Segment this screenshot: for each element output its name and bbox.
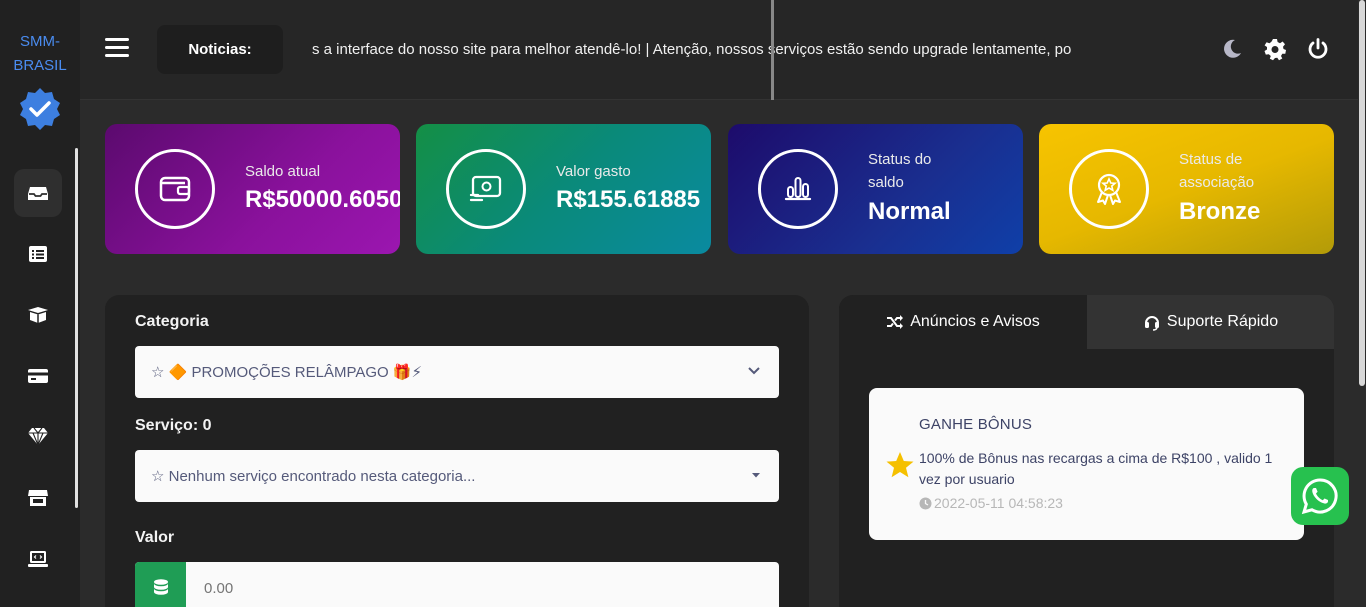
- shuffle-icon: [887, 315, 904, 329]
- sidebar-item-api[interactable]: [14, 535, 62, 583]
- gear-icon[interactable]: [1263, 37, 1287, 61]
- news-label: Noticias:: [157, 25, 283, 74]
- bar-chart-icon: [784, 177, 812, 201]
- spent-value: R$155.61885: [556, 186, 701, 213]
- notice-card: GANHE BÔNUS 100% de Bônus nas recargas a…: [869, 388, 1304, 540]
- database-icon: [135, 562, 186, 607]
- laptop-code-icon: [28, 551, 48, 567]
- sidebar: SMM- BRASIL: [0, 0, 80, 607]
- headset-icon: [1144, 316, 1159, 331]
- balance-value: R$50000.6050: [245, 186, 400, 213]
- amount-label: Valor: [135, 529, 175, 546]
- power-icon[interactable]: [1306, 37, 1330, 61]
- box-open-icon: [28, 307, 48, 323]
- clock-icon: [919, 497, 932, 509]
- tab-announcements[interactable]: Anúncios e Avisos: [839, 295, 1087, 349]
- brand-line-2: BRASIL: [13, 57, 67, 74]
- service-label: Serviço: 0: [135, 417, 212, 434]
- spent-card: Valor gasto R$155.61885: [416, 124, 711, 254]
- announcements-panel: Anúncios e Avisos Suporte Rápido GANHE B…: [839, 295, 1334, 607]
- menu-toggle-icon[interactable]: [105, 38, 129, 60]
- top-bar: Noticias: s a interface do nosso site pa…: [80, 0, 1366, 100]
- spent-label: Valor gasto: [556, 163, 631, 180]
- diamond-icon: [28, 427, 48, 447]
- sidebar-scrollbar[interactable]: [75, 148, 78, 508]
- membership-card: Status de associação Bronze: [1039, 124, 1334, 254]
- category-label: Categoria: [135, 313, 209, 330]
- membership-label: Status de associação: [1179, 148, 1254, 194]
- service-select[interactable]: ☆ Nenhum serviço encontrado nesta catego…: [135, 450, 779, 502]
- sidebar-item-list[interactable]: [14, 230, 62, 278]
- divider: [771, 0, 774, 100]
- balance-status-card: Status do saldo Normal: [728, 124, 1023, 254]
- tab-quick-support[interactable]: Suporte Rápido: [1087, 295, 1334, 349]
- balance-status-label: Status do saldo: [868, 148, 931, 194]
- balance-card: Saldo atual R$50000.6050: [105, 124, 400, 254]
- sidebar-item-payments[interactable]: [14, 352, 62, 400]
- membership-label-line-1: Status de: [1179, 151, 1243, 168]
- chevron-down-icon: [748, 367, 760, 375]
- wallet-icon-ring: [135, 149, 215, 229]
- news-ticker: s a interface do nosso site para melhor …: [312, 41, 1072, 58]
- sidebar-item-vip[interactable]: [14, 412, 62, 460]
- notice-date-text: 2022-05-11 04:58:23: [934, 495, 1063, 511]
- balance-label: Saldo atual: [245, 163, 321, 180]
- whatsapp-icon: [1301, 478, 1338, 515]
- sidebar-item-store[interactable]: [14, 474, 62, 522]
- amount-field: [135, 562, 779, 607]
- list-icon: [29, 246, 47, 262]
- credit-card-icon: [28, 369, 48, 383]
- money-bill-icon: [469, 175, 502, 202]
- notice-body: 100% de Bônus nas recargas a cima de R$1…: [919, 450, 1273, 487]
- wallet-icon: [159, 176, 191, 202]
- store-icon: [28, 490, 48, 506]
- award-icon-ring: [1069, 149, 1149, 229]
- brand-line-1: SMM-: [20, 33, 60, 50]
- brand-name[interactable]: SMM- BRASIL: [0, 30, 80, 78]
- tab-announcements-label: Anúncios e Avisos: [910, 313, 1040, 330]
- star-icon: [886, 452, 914, 478]
- verified-badge-icon: [20, 88, 60, 130]
- page-scrollbar[interactable]: [1358, 0, 1366, 607]
- membership-value: Bronze: [1179, 198, 1261, 225]
- page-scrollbar-thumb[interactable]: [1359, 0, 1365, 386]
- balance-status-label-line-1: Status do: [868, 151, 932, 168]
- balance-status-value: Normal: [868, 198, 951, 225]
- service-selected-value: ☆ Nenhum serviço encontrado nesta catego…: [151, 468, 476, 485]
- sidebar-item-box[interactable]: [14, 290, 62, 338]
- chart-icon-ring: [758, 149, 838, 229]
- whatsapp-button[interactable]: [1291, 467, 1349, 525]
- inbox-icon: [28, 187, 48, 200]
- amount-input[interactable]: [186, 562, 779, 607]
- membership-label-line-2: associação: [1179, 174, 1255, 191]
- notice-title: GANHE BÔNUS: [919, 416, 1033, 433]
- caret-down-icon: [752, 473, 760, 478]
- category-selected-value: ☆ 🔶 PROMOÇÕES RELÂMPAGO 🎁⚡: [151, 364, 423, 381]
- new-order-panel: Categoria ☆ 🔶 PROMOÇÕES RELÂMPAGO 🎁⚡ Ser…: [105, 295, 809, 607]
- money-icon-ring: [446, 149, 526, 229]
- sidebar-item-inbox[interactable]: [14, 169, 62, 217]
- balance-status-label-line-2: saldo: [868, 174, 904, 191]
- moon-icon[interactable]: [1220, 37, 1244, 61]
- category-select[interactable]: ☆ 🔶 PROMOÇÕES RELÂMPAGO 🎁⚡: [135, 346, 779, 398]
- award-icon: [1097, 173, 1121, 205]
- notice-date: 2022-05-11 04:58:23: [919, 495, 1063, 511]
- tab-quick-support-label: Suporte Rápido: [1166, 313, 1279, 330]
